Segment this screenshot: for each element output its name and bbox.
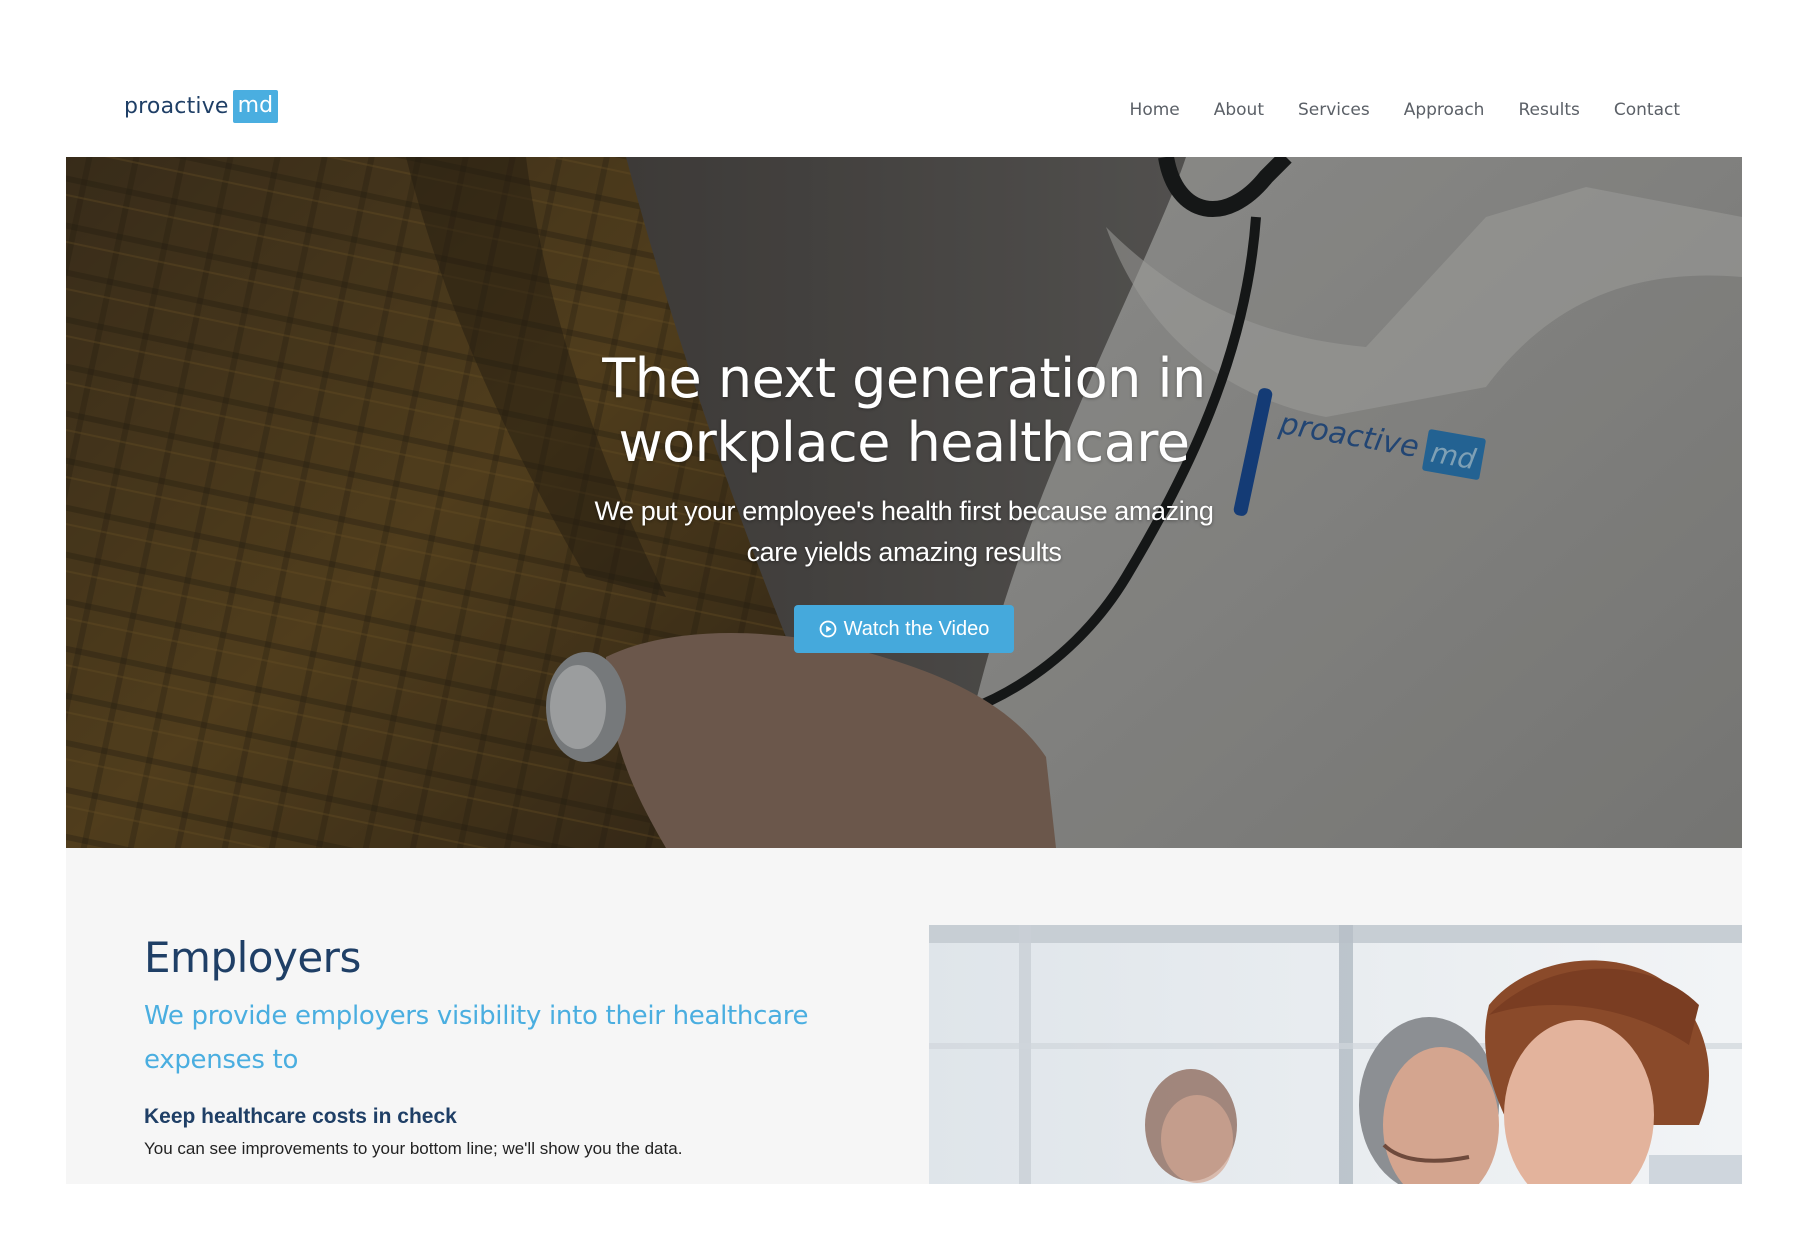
nav-home[interactable]: Home (1130, 100, 1180, 120)
play-circle-icon (819, 620, 837, 638)
hero-content: The next generation in workplace healthc… (66, 347, 1742, 653)
watch-video-button[interactable]: Watch the Video (793, 605, 1015, 653)
nav-results[interactable]: Results (1518, 100, 1579, 120)
hero-banner: proactive md The next generation in work… (66, 157, 1742, 848)
hero-subtitle: We put your employee's health first beca… (594, 496, 1214, 567)
nav-about[interactable]: About (1214, 100, 1264, 120)
logo[interactable]: proactive md (124, 90, 279, 123)
feature-text: You can see improvements to your bottom … (144, 1139, 683, 1158)
employers-title: Employers (144, 933, 361, 982)
watch-video-label: Watch the Video (843, 617, 990, 640)
employers-section: Employers We provide employers visibilit… (66, 848, 1742, 1184)
feature-heading: Keep healthcare costs in check (144, 1105, 457, 1128)
site-header: proactive md Home About Services Approac… (66, 0, 1742, 157)
main-nav: Home About Services Approach Results Con… (1096, 100, 1680, 120)
logo-badge: md (232, 90, 279, 123)
nav-contact[interactable]: Contact (1614, 100, 1680, 120)
logo-wordmark: proactive (124, 94, 229, 119)
nav-approach[interactable]: Approach (1404, 100, 1485, 120)
nav-services[interactable]: Services (1298, 100, 1370, 120)
office-team-photo (929, 925, 1742, 1184)
employers-lead: We provide employers visibility into the… (144, 1001, 809, 1075)
hero-title: The next generation in workplace healthc… (602, 347, 1206, 474)
